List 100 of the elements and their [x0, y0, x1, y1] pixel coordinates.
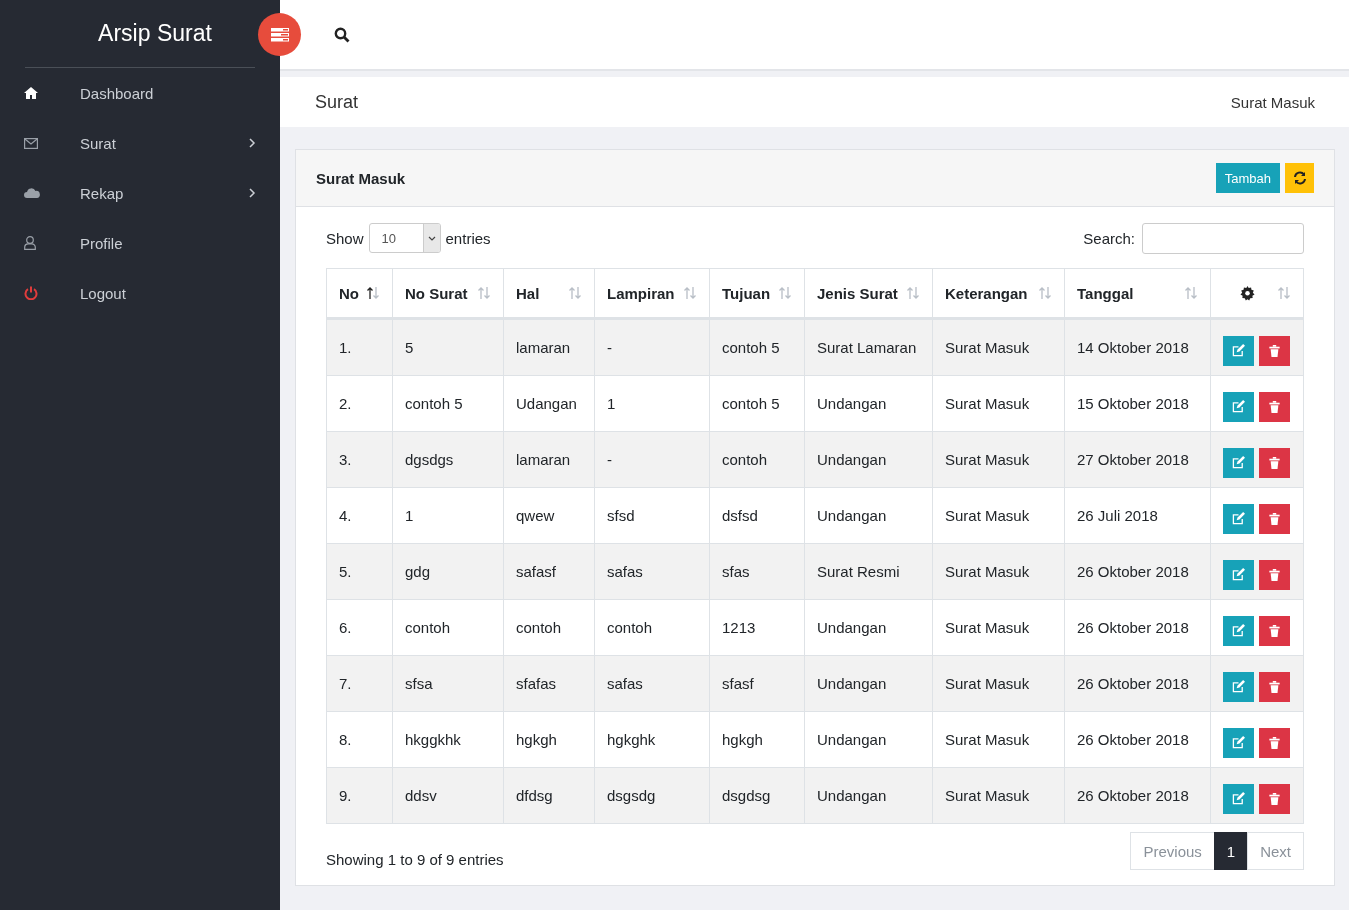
app-title: Arsip Surat	[25, 0, 255, 68]
table-cell: -	[607, 451, 612, 468]
search-icon[interactable]	[334, 26, 350, 43]
table-cell: Surat Masuk	[945, 731, 1030, 748]
table-cell: Surat Lamaran	[817, 339, 917, 356]
sidebar-item[interactable]: Profile	[80, 234, 256, 252]
table-cell: 6.	[339, 619, 352, 636]
table-cell: 1	[607, 395, 616, 412]
delete-button[interactable]	[1259, 615, 1290, 646]
trash-icon	[1269, 568, 1280, 581]
page-title: Surat	[315, 91, 359, 113]
caret-icon	[427, 235, 436, 241]
sidebar-item[interactable]: Dashboard	[80, 84, 256, 102]
table-cell: Surat Masuk	[945, 619, 1030, 636]
edit-button[interactable]	[1223, 559, 1254, 590]
trash-icon	[1269, 736, 1280, 749]
delete-button[interactable]	[1259, 503, 1290, 534]
sidebar-item[interactable]: Logout	[80, 284, 256, 302]
delete-button[interactable]	[1259, 335, 1290, 366]
table-cell: 26 Oktober 2018	[1077, 731, 1189, 748]
table-cell: 7.	[339, 675, 352, 692]
edit-button[interactable]	[1223, 671, 1254, 702]
table-cell: Surat Masuk	[945, 563, 1030, 580]
table-cell: 1	[405, 507, 414, 524]
table-cell: contoh 5	[405, 395, 463, 412]
table-cell: qwew	[516, 507, 555, 524]
table-cell: hgkgh	[722, 731, 763, 748]
table-cell: 4.	[339, 507, 352, 524]
table-cell: 1.	[339, 339, 352, 356]
sidebar-item[interactable]: Surat	[80, 134, 248, 152]
table-cell: -	[607, 339, 612, 356]
edit-button[interactable]	[1223, 503, 1254, 534]
edit-icon	[1232, 344, 1245, 357]
table-cell: sfas	[722, 563, 750, 580]
delete-button[interactable]	[1259, 447, 1290, 478]
trash-icon	[1269, 344, 1280, 357]
table-cell: Undangan	[817, 787, 887, 804]
trash-icon	[1269, 456, 1280, 469]
table-cell: 8.	[339, 731, 352, 748]
table-cell: Undangan	[817, 507, 887, 524]
edit-button[interactable]	[1223, 615, 1254, 646]
delete-button[interactable]	[1259, 671, 1290, 702]
sidebar-item[interactable]: Rekap	[80, 184, 248, 202]
table-cell: sfsd	[607, 507, 635, 524]
search-field[interactable]	[1142, 222, 1304, 254]
table-info: Showing 1 to 9 of 9 entries	[326, 849, 504, 868]
refresh-button[interactable]	[1285, 163, 1314, 193]
edit-icon	[1232, 792, 1245, 805]
table-cell: dgsdgs	[405, 451, 454, 468]
table-cell: Surat Masuk	[945, 395, 1030, 412]
search-label: Search:	[1083, 229, 1135, 247]
table-cell: hgkghk	[607, 731, 656, 748]
table-cell: contoh	[607, 619, 653, 636]
table-cell: dsgdsg	[722, 787, 771, 804]
table-cell: Surat Masuk	[945, 339, 1030, 356]
settings-icon	[1240, 285, 1255, 301]
table-cell: Undangan	[817, 619, 887, 636]
show-label: Show	[326, 229, 364, 247]
table-cell: safas	[607, 675, 643, 692]
edit-button[interactable]	[1223, 727, 1254, 758]
table-cell: hgkgh	[516, 731, 557, 748]
table-cell: 27 Oktober 2018	[1077, 451, 1189, 468]
power-icon	[24, 286, 38, 300]
table-cell: 3.	[339, 451, 352, 468]
table-cell: Undangan	[817, 675, 887, 692]
edit-button[interactable]	[1223, 391, 1254, 422]
table-cell: 26 Oktober 2018	[1077, 675, 1189, 692]
sort-icon[interactable]	[366, 286, 380, 300]
delete-button[interactable]	[1259, 727, 1290, 758]
table-cell: 14 Oktober 2018	[1077, 339, 1189, 356]
delete-button[interactable]	[1259, 783, 1290, 814]
edit-icon	[1232, 680, 1245, 693]
home-icon	[24, 87, 38, 99]
edit-button[interactable]	[1223, 335, 1254, 366]
table-cell: Surat Masuk	[945, 451, 1030, 468]
table-cell: Surat Masuk	[945, 675, 1030, 692]
delete-button[interactable]	[1259, 391, 1290, 422]
envelope-icon	[24, 137, 38, 149]
table-cell: safasf	[516, 563, 557, 580]
table-cell: contoh	[722, 451, 768, 468]
trash-icon	[1269, 680, 1280, 693]
delete-button[interactable]	[1259, 559, 1290, 590]
table-cell: 26 Juli 2018	[1077, 507, 1158, 524]
edit-button[interactable]	[1223, 783, 1254, 814]
table-cell: 26 Oktober 2018	[1077, 787, 1189, 804]
trash-icon	[1269, 624, 1280, 637]
edit-button[interactable]	[1223, 447, 1254, 478]
table-cell: Surat Resmi	[817, 563, 900, 580]
table-cell: 9.	[339, 787, 352, 804]
table-cell: contoh 5	[722, 339, 780, 356]
refresh-icon	[1292, 171, 1307, 185]
table-cell: sfafas	[516, 675, 557, 692]
cloud-icon	[24, 188, 40, 198]
user-icon	[24, 236, 36, 250]
table-cell: 15 Oktober 2018	[1077, 395, 1189, 412]
entries-select[interactable]: 10	[368, 223, 441, 253]
table-cell: 26 Oktober 2018	[1077, 563, 1189, 580]
edit-icon	[1232, 568, 1245, 581]
edit-icon	[1232, 456, 1245, 469]
edit-icon	[1232, 512, 1245, 525]
